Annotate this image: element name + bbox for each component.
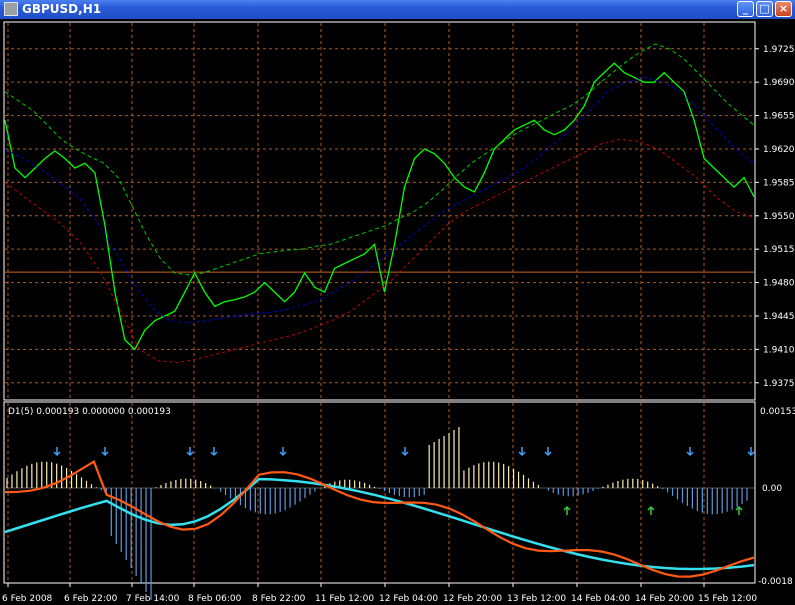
chart-canvas[interactable]: D1(5) 0.000193 0.000000 0.000193 1.97251… [0,19,795,605]
time-axis: 6 Feb 2008 6 Feb 22:00 7 Feb 14:00 8 Feb 06… [2,583,757,604]
indicator-label: D1(5) 0.000193 0.000000 0.000193 [8,407,171,417]
close-button[interactable]: × [775,1,792,17]
price-plot [4,43,755,364]
up-arrow-icon [563,505,571,515]
maximize-button[interactable]: □ [756,1,773,17]
time-axis-label: 12 Feb 04:00 [379,594,438,604]
up-arrow-icon [735,505,743,515]
time-axis-label: 11 Feb 12:00 [315,594,374,604]
title-bar[interactable]: GBPUSD,H1 _ □ × [0,0,795,19]
indicator-axis-top: 0.00153 [760,407,795,417]
minimize-button[interactable]: _ [737,1,754,17]
down-arrow-icon [401,447,409,457]
down-arrow-icon [747,447,755,457]
indicator-signal-line [4,477,755,571]
down-arrow-icon [544,447,552,457]
down-arrow-icon [53,447,61,457]
down-arrow-icon [279,447,287,457]
upper-band-line [4,43,755,276]
down-arrow-icon [518,447,526,457]
chart-window: GBPUSD,H1 _ □ × D1(5) 0.000193 0.000000 … [0,0,795,605]
middle-band-line [4,76,755,324]
indicator-axis-bottom: -0.0018 [758,577,793,587]
window-title: GBPUSD,H1 [22,2,102,16]
time-axis-label: 8 Feb 06:00 [188,594,242,604]
price-axis-label: 1.9585 [763,178,795,188]
time-axis-label: 12 Feb 20:00 [443,594,502,604]
price-axis-label: 1.9690 [763,78,795,88]
time-axis-label: 13 Feb 12:00 [507,594,566,604]
down-arrow-icon [101,447,109,457]
indicator-plot [4,427,755,600]
chart-window-icon [4,2,18,16]
down-arrow-icon [210,447,218,457]
price-axis: 1.9725 1.9690 1.9655 1.9620 1.9585 1.9550 1.95… [755,45,795,389]
indicator-main-line [4,459,755,578]
price-axis-label: 1.9480 [763,279,795,289]
price-axis-label: 1.9515 [763,245,795,255]
time-axis-label: 15 Feb 12:00 [698,594,757,604]
price-axis-label: 1.9445 [763,312,795,322]
lower-band-line [4,138,755,364]
down-arrow-icon [186,447,194,457]
down-arrow-icon [686,447,694,457]
price-axis-label: 1.9620 [763,145,795,155]
price-axis-label: 1.9410 [763,345,795,355]
price-axis-label: 1.9725 [763,45,795,55]
price-axis-label: 1.9655 [763,112,795,122]
time-axis-label: 14 Feb 04:00 [571,594,630,604]
price-axis-label: 1.9375 [763,379,795,389]
time-axis-label: 8 Feb 22:00 [252,594,306,604]
time-axis-label: 6 Feb 2008 [2,594,53,604]
indicator-axis-zero: 0.00 [762,484,782,494]
up-arrow-icon [647,505,655,515]
time-axis-label: 14 Feb 20:00 [635,594,694,604]
time-axis-label: 6 Feb 22:00 [64,594,118,604]
price-axis-label: 1.9550 [763,212,795,222]
time-axis-label: 7 Feb 14:00 [126,594,180,604]
